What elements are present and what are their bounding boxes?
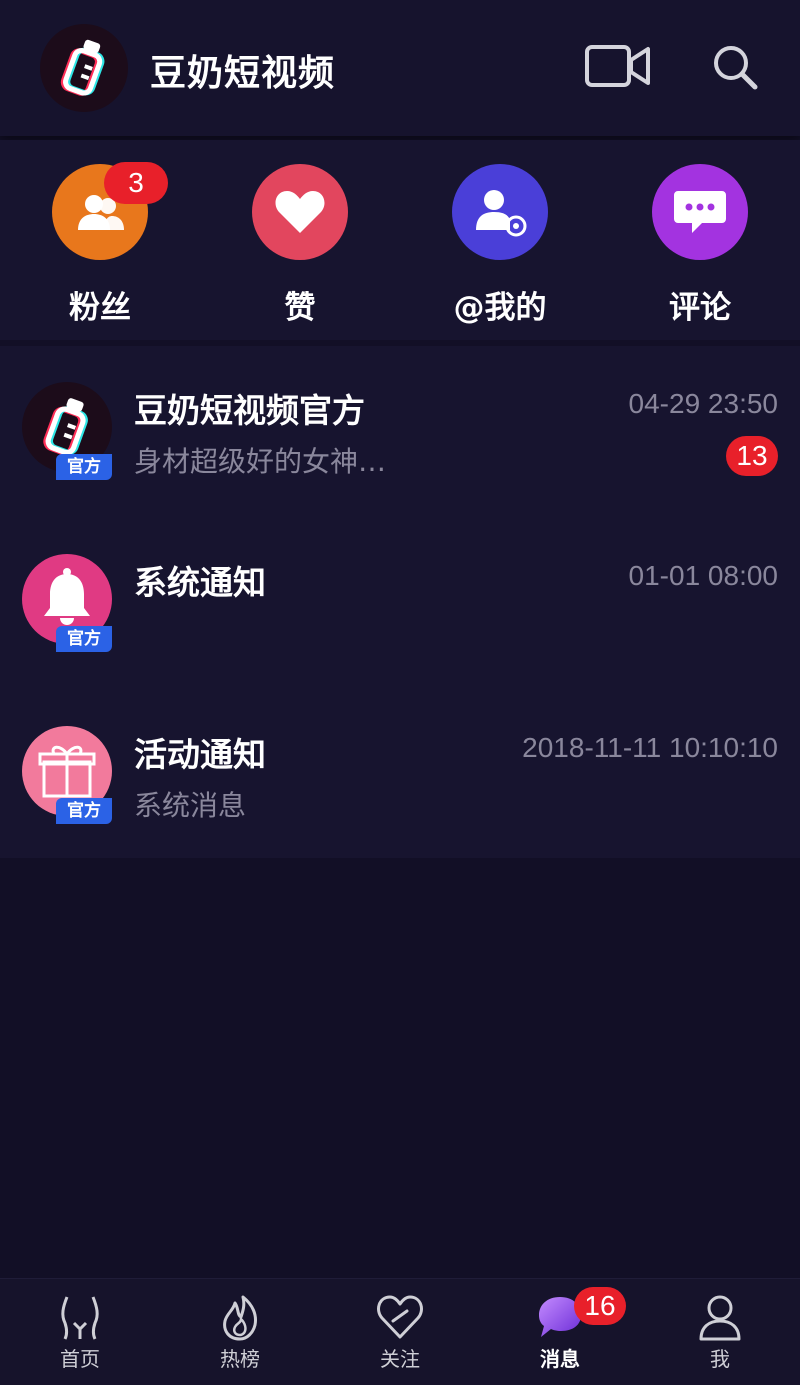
search-button[interactable] bbox=[710, 42, 760, 96]
comment-icon bbox=[674, 191, 726, 233]
app-logo bbox=[40, 24, 128, 112]
message-preview: 身材超级好的女神… bbox=[134, 445, 387, 478]
top-header: 豆奶短视频 bbox=[0, 0, 800, 136]
home-icon bbox=[61, 1296, 99, 1340]
tab-hot-label: 热榜 bbox=[220, 1347, 260, 1371]
message-row-official[interactable]: 官方 豆奶短视频官方 身材超级好的女神… 04-29 23:50 13 bbox=[0, 346, 800, 516]
mention-icon bbox=[476, 190, 527, 237]
likes-circle bbox=[252, 164, 348, 260]
message-time: 01-01 08:00 bbox=[628, 560, 778, 591]
heart-icon bbox=[275, 191, 325, 233]
tab-follow[interactable]: 关注 bbox=[350, 1293, 450, 1372]
message-time: 04-29 23:50 bbox=[628, 388, 778, 419]
unread-badge: 13 bbox=[726, 436, 778, 476]
app-title: 豆奶短视频 bbox=[150, 53, 336, 94]
heart-outline-icon bbox=[377, 1295, 423, 1339]
comments-circle bbox=[652, 164, 748, 260]
fans-circle: 3 bbox=[52, 162, 168, 260]
video-camera-button[interactable] bbox=[584, 42, 652, 94]
message-row-system[interactable]: 官方 系统通知 01-01 08:00 bbox=[0, 518, 800, 688]
tab-me-label: 我 bbox=[710, 1347, 730, 1371]
shortcut-likes-label: 赞 bbox=[284, 290, 316, 326]
message-preview: 系统消息 bbox=[134, 789, 247, 822]
tab-follow-label: 关注 bbox=[380, 1347, 420, 1371]
search-icon bbox=[714, 46, 758, 90]
person-icon bbox=[699, 1295, 741, 1341]
mentions-circle bbox=[452, 164, 548, 260]
shortcut-fans[interactable]: 3 粉丝 bbox=[30, 162, 170, 327]
fans-badge: 3 bbox=[104, 162, 168, 204]
message-title: 活动通知 bbox=[134, 735, 266, 774]
messages-badge: 16 bbox=[574, 1287, 626, 1325]
official-tag: 官方 bbox=[56, 626, 112, 652]
tab-home[interactable]: 首页 bbox=[30, 1293, 130, 1372]
video-camera-icon bbox=[585, 45, 650, 87]
shortcut-likes[interactable]: 赞 bbox=[230, 164, 370, 327]
shortcut-mentions[interactable]: @我的 bbox=[430, 164, 570, 327]
official-tag: 官方 bbox=[56, 454, 112, 480]
bottle-logo-icon bbox=[60, 39, 105, 96]
tab-messages-label: 消息 bbox=[540, 1347, 580, 1371]
message-list: 官方 豆奶短视频官方 身材超级好的女神… 04-29 23:50 13 官方 系… bbox=[0, 346, 800, 858]
bottom-tab-bar: 首页 热榜 关注 消息 16 我 bbox=[0, 1278, 800, 1385]
message-title: 豆奶短视频官方 bbox=[134, 391, 365, 430]
flame-icon bbox=[223, 1295, 257, 1341]
tab-home-label: 首页 bbox=[60, 1347, 100, 1371]
shortcut-fans-label: 粉丝 bbox=[69, 290, 131, 326]
shortcut-bar: 3 粉丝 赞 @我的 评论 bbox=[0, 140, 800, 340]
message-title: 系统通知 bbox=[134, 563, 266, 602]
shortcut-comments-label: 评论 bbox=[669, 290, 731, 326]
message-time: 2018-11-11 10:10:10 bbox=[522, 732, 778, 763]
shortcut-mentions-label: @我的 bbox=[453, 290, 547, 326]
official-tag: 官方 bbox=[56, 798, 112, 824]
tab-hot[interactable]: 热榜 bbox=[190, 1293, 290, 1372]
message-row-activity[interactable]: 官方 活动通知 系统消息 2018-11-11 10:10:10 bbox=[0, 690, 800, 860]
tab-me[interactable]: 我 bbox=[670, 1293, 770, 1372]
shortcut-comments[interactable]: 评论 bbox=[630, 164, 770, 327]
tab-messages[interactable]: 消息 16 bbox=[510, 1287, 626, 1372]
